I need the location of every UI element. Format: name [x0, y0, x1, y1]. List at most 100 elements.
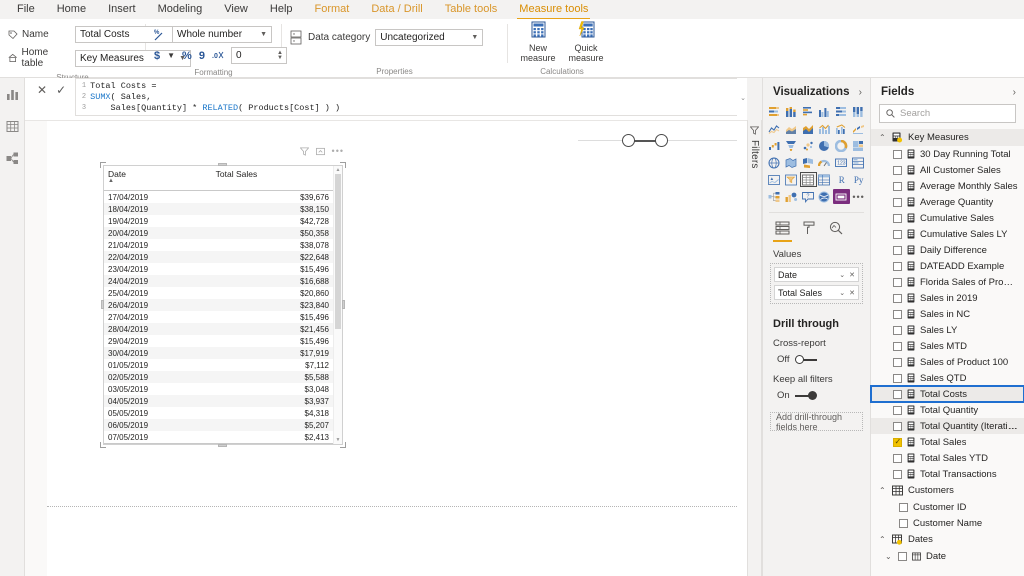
field-item-total-costs[interactable]: Total Costs — [870, 385, 1024, 403]
table-row[interactable]: 06/05/2019 $5,207 — [104, 419, 333, 431]
table-row[interactable]: 03/05/2019 $3,048 — [104, 383, 333, 395]
slicer-handle-start[interactable] — [622, 134, 635, 147]
decimal-places-stepper[interactable]: 0 ▲ ▼ — [230, 47, 287, 64]
field-item-dateadd-example[interactable]: DATEADD Example — [871, 258, 1024, 274]
field-checkbox[interactable] — [899, 518, 908, 528]
field-item-florida-sales-of-product-2[interactable]: Florida Sales of Product 2 ... — [871, 274, 1024, 290]
viz-type-funnel-chart[interactable] — [783, 138, 800, 153]
field-checkbox[interactable] — [893, 149, 902, 159]
column-header-total-sales[interactable]: Total Sales — [211, 166, 333, 191]
field-checkbox[interactable] — [893, 277, 902, 287]
viz-type-matrix[interactable] — [817, 172, 834, 187]
fields-tab[interactable] — [773, 221, 792, 242]
field-checkbox[interactable] — [893, 453, 902, 463]
viz-type-line-chart[interactable] — [766, 121, 783, 136]
table-row[interactable]: 18/04/2019 $38,150 — [104, 203, 333, 215]
date-slicer-visual[interactable] — [570, 121, 745, 162]
table-row[interactable]: 02/05/2019 $5,588 — [104, 371, 333, 383]
slicer-handle-end[interactable] — [655, 134, 668, 147]
field-checkbox[interactable] — [893, 405, 902, 415]
field-checkbox[interactable] — [893, 229, 902, 239]
viz-type-area-chart[interactable] — [783, 121, 800, 136]
viz-type-pie-chart[interactable] — [817, 138, 834, 153]
field-checkbox[interactable] — [893, 421, 902, 431]
field-checkbox[interactable] — [893, 293, 902, 303]
decimal-places-icon[interactable]: .0 — [212, 50, 224, 61]
scrollbar-thumb[interactable] — [335, 174, 341, 329]
scroll-up-arrow-icon[interactable]: ▲ — [334, 167, 342, 173]
viz-type-100-stacked-bar-chart[interactable] — [833, 104, 850, 119]
viz-type-stacked-area-chart[interactable] — [800, 121, 817, 136]
chevron-down-icon[interactable]: ⌄ — [839, 271, 845, 279]
viz-type-scatter-chart[interactable] — [800, 138, 817, 153]
viz-type-stacked-bar-chart[interactable] — [766, 104, 783, 119]
field-checkbox[interactable] — [893, 341, 902, 351]
new-measure-button[interactable]: New measure — [516, 21, 560, 63]
table-row[interactable]: 24/04/2019 $16,688 — [104, 275, 333, 287]
viz-type-line-stacked-column-chart[interactable] — [817, 121, 834, 136]
filters-pane-collapsed[interactable]: Filters — [747, 120, 762, 576]
ribbon-tab-measure-tools[interactable]: Measure tools — [508, 1, 599, 20]
column-header-date[interactable]: Date ▲ — [104, 166, 212, 191]
field-checkbox[interactable] — [893, 389, 902, 399]
viz-type-more-visuals[interactable]: ••• — [850, 189, 867, 204]
viz-type-100-stacked-column-chart[interactable] — [850, 104, 867, 119]
ribbon-tab-file[interactable]: File — [6, 1, 46, 19]
field-item-sales-qtd[interactable]: Sales QTD — [871, 370, 1024, 386]
ribbon-tab-table-tools[interactable]: Table tools — [434, 1, 509, 19]
field-checkbox[interactable] — [893, 309, 902, 319]
format-type-dropdown[interactable]: Whole number ▼ — [172, 26, 272, 43]
field-item-total-sales[interactable]: Total Sales — [871, 434, 1024, 450]
field-checkbox[interactable] — [899, 502, 908, 512]
field-item-sales-mtd[interactable]: Sales MTD — [871, 338, 1024, 354]
chevron-right-icon[interactable]: › — [1013, 87, 1016, 98]
chevron-down-icon[interactable]: ⌄ — [839, 289, 845, 297]
filter-icon[interactable] — [299, 146, 309, 156]
table-row[interactable]: 07/05/2019 $2,413 — [104, 431, 333, 444]
viz-type-q-and-a[interactable]: ? — [800, 189, 817, 204]
drill-through-drop-zone[interactable]: Add drill-through fields here — [770, 412, 863, 432]
keep-all-filters-toggle[interactable] — [794, 391, 817, 400]
format-tab[interactable] — [803, 221, 816, 242]
model-view-button[interactable] — [2, 148, 23, 168]
field-checkbox[interactable] — [893, 373, 902, 383]
field-checkbox[interactable] — [893, 213, 902, 223]
chevron-right-icon[interactable]: › — [859, 87, 862, 98]
field-checkbox[interactable] — [893, 469, 902, 479]
viz-type-decomposition-tree[interactable] — [766, 189, 783, 204]
field-item-cumulative-sales[interactable]: Cumulative Sales — [871, 210, 1024, 226]
table-row[interactable]: 29/04/2019 $15,496 — [104, 335, 333, 347]
fields-group-key-measures[interactable]: ⌃ Key Measures — [871, 129, 1024, 146]
ribbon-tab-view[interactable]: View — [213, 1, 259, 19]
field-checkbox[interactable] — [893, 181, 902, 191]
chevron-down-icon[interactable]: ⌄ — [740, 94, 746, 102]
table-row[interactable]: 17/04/2019 $39,676 — [104, 191, 333, 204]
more-options-icon[interactable]: ••• — [332, 146, 344, 156]
table-row[interactable]: 27/04/2019 $15,496 — [104, 311, 333, 323]
field-item-customer-name[interactable]: Customer Name — [871, 515, 1024, 531]
table-row[interactable]: 19/04/2019 $42,728 — [104, 215, 333, 227]
data-category-dropdown[interactable]: Uncategorized ▼ — [375, 28, 484, 46]
viz-type-treemap[interactable] — [850, 138, 867, 153]
ribbon-tab-home[interactable]: Home — [46, 1, 97, 19]
table-row[interactable]: 30/04/2019 $17,919 — [104, 347, 333, 359]
viz-type-filled-map[interactable] — [783, 155, 800, 170]
table-scrollbar[interactable]: ▲ ▼ — [333, 166, 342, 444]
percent-format-button[interactable]: % — [182, 50, 192, 62]
field-checkbox[interactable] — [893, 436, 902, 447]
remove-field-icon[interactable]: ✕ — [849, 289, 855, 297]
ribbon-tab-help[interactable]: Help — [259, 1, 304, 19]
ribbon-tab-insert[interactable]: Insert — [97, 1, 147, 19]
fields-group-customers[interactable]: ⌃ Customers — [871, 482, 1024, 499]
field-item-daily-difference[interactable]: Daily Difference — [871, 242, 1024, 258]
field-more-options-icon[interactable]: ... — [1009, 421, 1018, 431]
expand-chevron-icon[interactable]: ⌄ — [885, 552, 893, 561]
field-checkbox[interactable] — [893, 357, 902, 367]
quick-measure-button[interactable]: Quick measure — [564, 21, 608, 63]
viz-type-clustered-bar-chart[interactable] — [800, 104, 817, 119]
viz-type-multi-row-card[interactable] — [850, 155, 867, 170]
thousands-separator-button[interactable]: 9 — [199, 50, 205, 62]
table-row[interactable]: 23/04/2019 $15,496 — [104, 263, 333, 275]
field-item-customer-id[interactable]: Customer ID — [871, 499, 1024, 515]
field-item-total-sales-ytd[interactable]: Total Sales YTD — [871, 450, 1024, 466]
